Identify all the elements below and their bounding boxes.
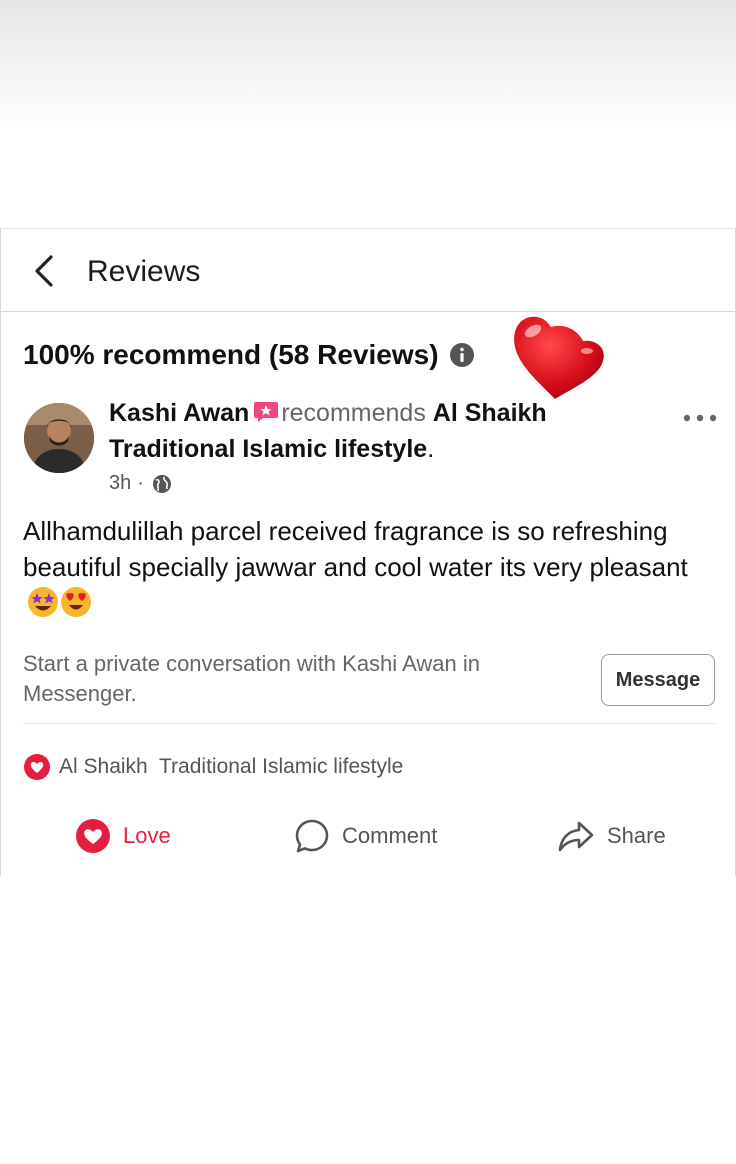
author-line: Kashi Awan recommends Al Shaikh Traditio… <box>109 395 669 467</box>
heart-eyes-emoji <box>61 587 91 617</box>
review-card: Reviews 100% recommend (58 Reviews) Kash… <box>0 228 736 876</box>
share-label: Share <box>607 823 666 848</box>
post-body: Allhamdulillah parcel received fragrance… <box>23 513 713 627</box>
post-text: Allhamdulillah parcel received fragrance… <box>23 516 688 582</box>
comment-label: Comment <box>342 823 438 848</box>
more-icon[interactable] <box>681 411 719 425</box>
page: Reviews 100% recommend (58 Reviews) Kash… <box>0 0 736 1164</box>
avatar-image <box>24 403 94 473</box>
love-label: Love <box>123 823 171 848</box>
summary-text: 100% recommend (58 Reviews) <box>23 339 439 370</box>
star-struck-emoji <box>28 587 58 617</box>
comment-icon <box>295 819 329 853</box>
post-time[interactable]: 3h <box>109 472 131 495</box>
recommend-summary: 100% recommend (58 Reviews) <box>23 339 475 371</box>
love-button[interactable]: Love <box>75 813 171 859</box>
info-icon[interactable] <box>449 342 475 368</box>
back-icon[interactable] <box>29 253 59 289</box>
comment-button[interactable]: Comment <box>294 813 437 859</box>
private-conversation-text: Start a private conversation with Kashi … <box>23 651 480 706</box>
heart-sticker-icon <box>514 316 604 399</box>
avatar[interactable] <box>24 403 94 473</box>
love-icon <box>76 819 110 853</box>
emoji-group <box>27 586 93 627</box>
reactions-row[interactable]: Al Shaikh Traditional Islamic lifestyle <box>23 753 403 781</box>
recommends-text: recommends <box>281 399 426 427</box>
action-bar: Love Comment Share <box>1 813 735 859</box>
share-button[interactable]: Share <box>557 813 666 859</box>
page-suffix: . <box>427 435 435 463</box>
message-button[interactable]: Message <box>601 654 715 706</box>
reactions-text: Al Shaikh Traditional Islamic lifestyle <box>59 755 404 778</box>
top-shade <box>0 0 736 130</box>
globe-icon <box>152 474 171 493</box>
share-icon <box>558 821 594 852</box>
meta-separator: · <box>137 472 144 494</box>
author-name[interactable]: Kashi Awan <box>109 399 249 427</box>
header: Reviews <box>1 229 735 312</box>
badge-icon <box>254 402 279 422</box>
post-meta: 3h · <box>109 472 172 495</box>
love-reaction-icon <box>24 754 50 780</box>
divider <box>23 723 715 724</box>
header-title: Reviews <box>87 255 201 288</box>
